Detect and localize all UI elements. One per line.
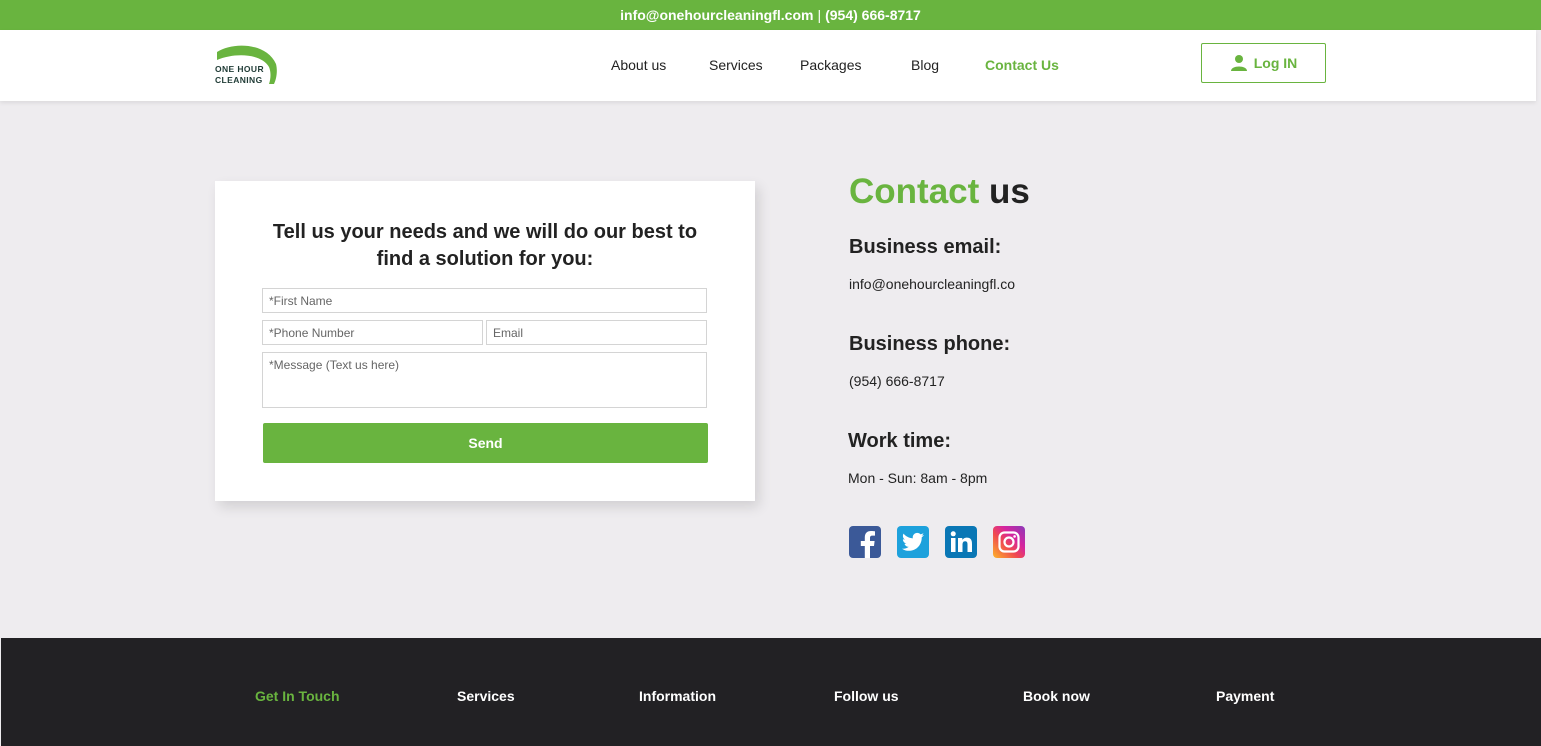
contact-title-green: Contact <box>849 172 980 211</box>
top-contact-bar: info@onehourcleaningfl.com | (954) 666-8… <box>0 0 1541 30</box>
nav-about-us[interactable]: About us <box>611 57 666 73</box>
nav-services[interactable]: Services <box>709 57 763 73</box>
business-email-label: Business email: <box>849 236 1002 258</box>
contact-form-card: Tell us your needs and we will do our be… <box>215 181 755 501</box>
site-footer: Get In Touch Services Information Follow… <box>1 638 1541 746</box>
nav-blog[interactable]: Blog <box>911 57 939 73</box>
facebook-icon[interactable] <box>849 526 881 558</box>
footer-follow-us[interactable]: Follow us <box>834 688 899 704</box>
site-header: ONE HOUR CLEANING About us Services Pack… <box>0 30 1536 101</box>
business-phone-label: Business phone: <box>849 333 1011 355</box>
instagram-icon[interactable] <box>993 526 1025 558</box>
footer-information[interactable]: Information <box>639 688 716 704</box>
business-phone-value[interactable]: (954) 666-8717 <box>849 373 945 389</box>
send-button[interactable]: Send <box>263 423 708 463</box>
footer-book-now[interactable]: Book now <box>1023 688 1090 704</box>
login-button[interactable]: Log IN <box>1201 43 1326 83</box>
email-input[interactable] <box>486 320 707 345</box>
form-heading: Tell us your needs and we will do our be… <box>272 221 698 270</box>
social-links <box>849 526 1025 558</box>
business-email-value[interactable]: info@onehourcleaningfl.co <box>849 276 1015 292</box>
topbar-separator: | <box>817 7 822 23</box>
logo-line1: ONE HOUR <box>215 64 265 74</box>
linkedin-icon[interactable] <box>945 526 977 558</box>
nav-packages[interactable]: Packages <box>800 57 861 73</box>
message-textarea[interactable] <box>262 352 707 408</box>
footer-payment[interactable]: Payment <box>1216 688 1274 704</box>
user-icon <box>1230 55 1247 71</box>
work-time-label: Work time: <box>848 430 951 452</box>
first-name-input[interactable] <box>262 288 707 313</box>
logo-line2: CLEANING <box>215 75 263 85</box>
topbar-email-link[interactable]: info@onehourcleaningfl.com <box>620 7 813 23</box>
contact-title-dark: us <box>989 172 1030 211</box>
topbar-phone-link[interactable]: (954) 666-8717 <box>825 7 921 23</box>
login-label: Log IN <box>1253 55 1298 71</box>
twitter-icon[interactable] <box>897 526 929 558</box>
nav-contact-us[interactable]: Contact Us <box>985 57 1059 73</box>
logo[interactable]: ONE HOUR CLEANING <box>214 42 280 86</box>
phone-number-input[interactable] <box>262 320 483 345</box>
contact-title: Contact us <box>849 172 1030 212</box>
footer-services[interactable]: Services <box>457 688 515 704</box>
footer-get-in-touch[interactable]: Get In Touch <box>255 688 340 704</box>
work-time-value: Mon - Sun: 8am - 8pm <box>848 470 988 486</box>
